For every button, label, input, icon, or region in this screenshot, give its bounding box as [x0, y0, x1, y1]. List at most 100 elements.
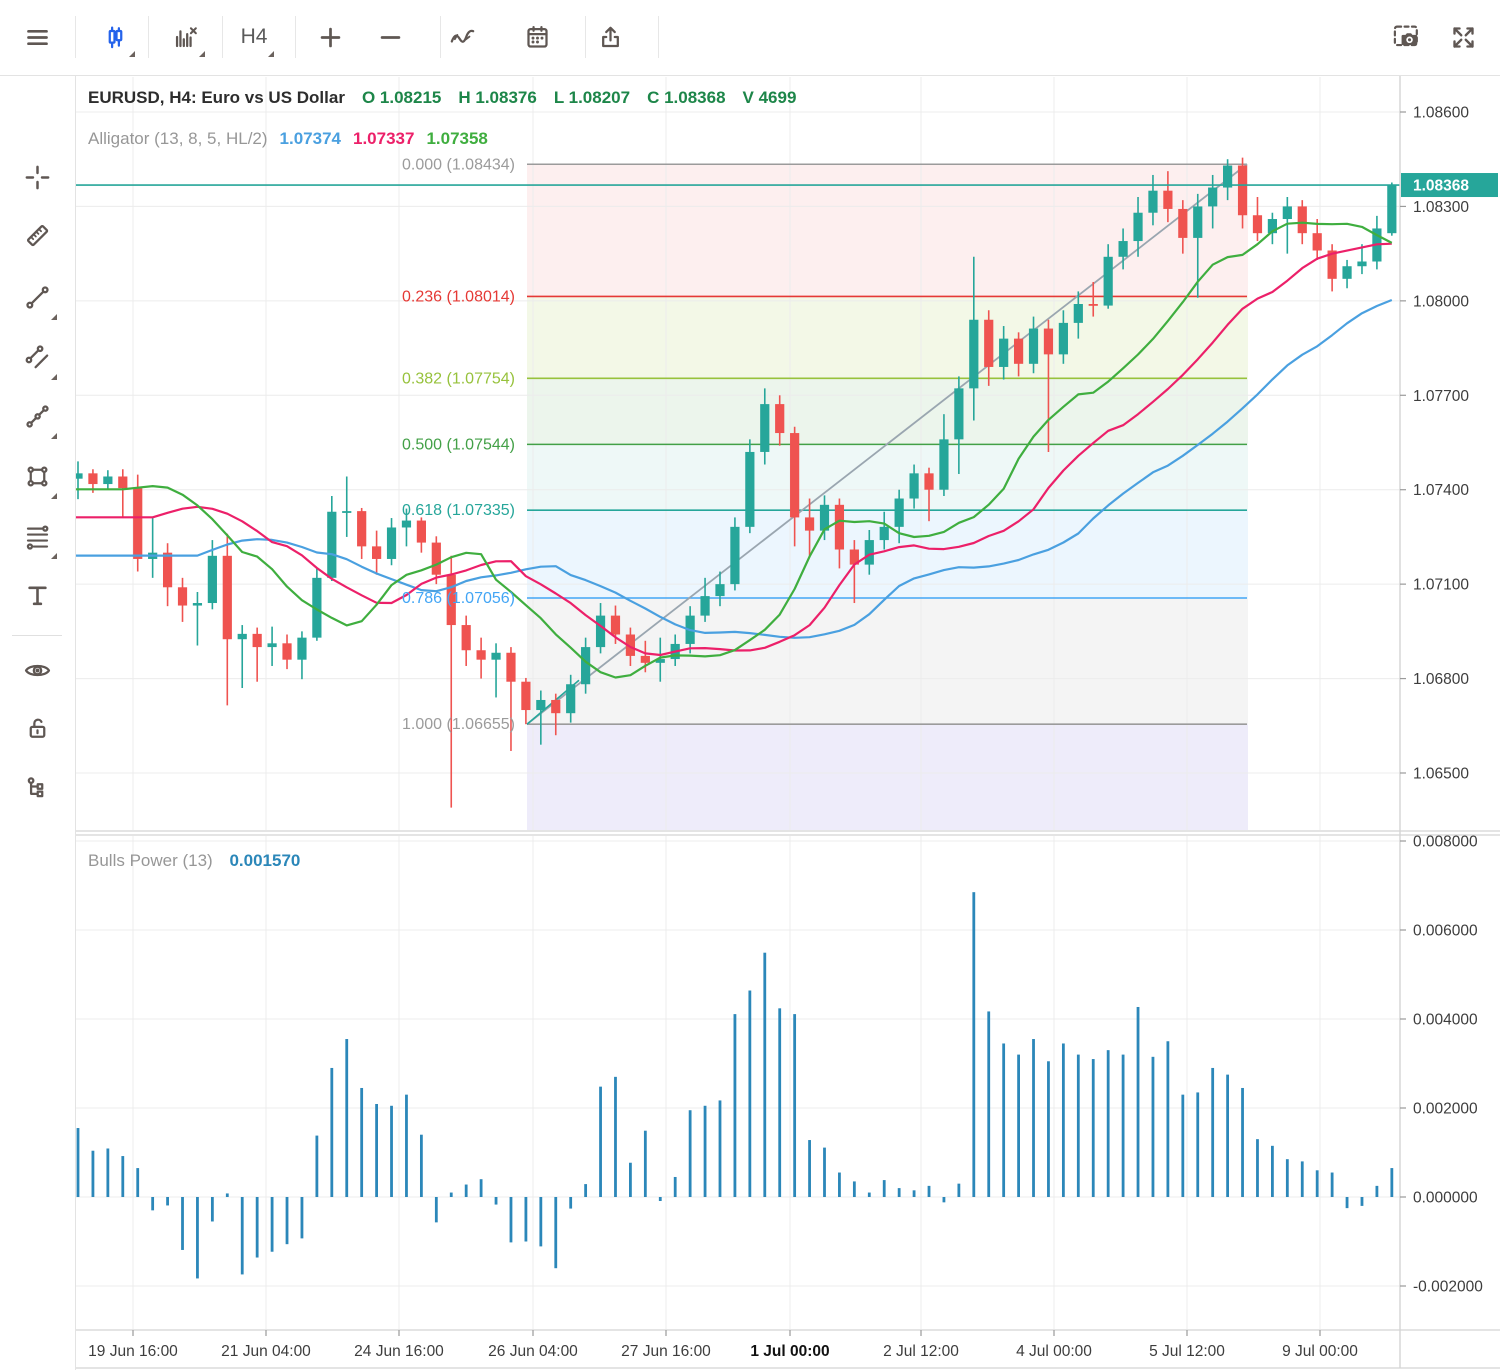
plus-icon	[317, 24, 344, 51]
chart-surface[interactable]: 1.086001.083001.080001.077001.074001.071…	[0, 0, 1500, 1370]
candle	[432, 543, 441, 575]
candle	[581, 647, 590, 684]
minus-icon	[377, 24, 404, 51]
shapes-tool[interactable]	[14, 456, 60, 502]
fibonacci-tool[interactable]	[14, 516, 60, 562]
candle	[417, 521, 426, 543]
histogram-bar	[136, 1168, 139, 1197]
dropdown-corner-icon	[129, 51, 135, 57]
ohlcv-item: H 1.08376	[458, 88, 536, 107]
object-list-tool[interactable]	[14, 768, 60, 814]
histogram-bar	[166, 1197, 169, 1205]
curve-icon	[449, 24, 476, 51]
tree-icon	[24, 775, 51, 807]
menu-icon	[24, 24, 51, 51]
bulls-power-legend[interactable]: Bulls Power (13) 0.001570	[88, 851, 300, 871]
candle	[954, 388, 963, 439]
candle	[551, 700, 560, 713]
histogram-bar	[345, 1039, 348, 1197]
candle	[357, 511, 366, 546]
time-axis[interactable]: 19 Jun 16:0021 Jun 04:0024 Jun 16:0026 J…	[88, 1330, 1358, 1360]
timeframe-button[interactable]: H4	[231, 14, 277, 60]
histogram-bar	[301, 1197, 304, 1238]
fib-level-label: 0.500 (1.07544)	[402, 436, 515, 453]
histogram-bar	[987, 1011, 990, 1197]
histogram-bar	[823, 1148, 826, 1197]
histogram-bar	[1166, 1041, 1169, 1197]
candle	[1059, 323, 1068, 354]
screenshot-button[interactable]	[1384, 14, 1430, 60]
polyline-tool[interactable]	[14, 396, 60, 442]
candle	[730, 527, 739, 584]
histogram-bar	[1196, 1092, 1199, 1197]
candle	[118, 476, 127, 488]
histogram-bar	[704, 1106, 707, 1197]
trading-terminal: 1.086001.083001.080001.077001.074001.071…	[0, 0, 1500, 1370]
visibility-tool[interactable]	[14, 650, 60, 696]
candle	[760, 404, 769, 452]
candle	[909, 473, 918, 498]
histogram-bar	[853, 1181, 856, 1197]
histogram-bar	[599, 1087, 602, 1197]
indicator-axis[interactable]: 0.0080000.0060000.0040000.0020000.000000…	[1400, 834, 1483, 1296]
indicator-axis-label: 0.008000	[1413, 834, 1478, 851]
fib-zone	[527, 724, 1248, 830]
histogram-bar	[913, 1190, 916, 1197]
fullscreen-button[interactable]	[1440, 14, 1486, 60]
candle	[745, 452, 754, 527]
fib-level-label: 0.618 (1.07335)	[402, 502, 515, 519]
zoom-out-button[interactable]	[367, 14, 413, 60]
time-axis-label: 1 Jul 00:00	[750, 1343, 829, 1360]
alligator-value: 1.07337	[353, 129, 414, 148]
candle	[238, 634, 247, 639]
crosshair-tool[interactable]	[14, 157, 60, 203]
candle	[208, 556, 217, 603]
chart-objects-button[interactable]	[162, 14, 208, 60]
candle	[387, 527, 396, 558]
fib-zone	[527, 296, 1248, 378]
ruler-icon	[24, 222, 51, 254]
toolbar-separator	[440, 16, 441, 58]
bulls-power-label: Bulls Power (13)	[88, 851, 213, 870]
export-button[interactable]	[587, 14, 633, 60]
histogram-bar	[77, 1128, 80, 1197]
eye-icon	[24, 657, 51, 689]
ruler-tool[interactable]	[14, 215, 60, 261]
fib-icon	[24, 523, 51, 555]
chart-type-candles-button[interactable]	[92, 14, 138, 60]
channel-tool[interactable]	[14, 337, 60, 383]
histogram-bar	[1107, 1050, 1110, 1197]
histogram-bar	[719, 1100, 722, 1197]
time-axis-label: 19 Jun 16:00	[88, 1343, 178, 1360]
price-axis[interactable]: 1.086001.083001.080001.077001.074001.071…	[1400, 105, 1498, 783]
time-axis-label: 2 Jul 12:00	[883, 1343, 959, 1360]
trendline-tool[interactable]	[14, 277, 60, 323]
lock-open-icon	[24, 715, 51, 747]
candle	[700, 596, 709, 616]
histogram-bar	[1017, 1055, 1020, 1197]
dropdown-corner-icon	[199, 51, 205, 57]
text-tool[interactable]	[14, 575, 60, 621]
indicators-button[interactable]	[439, 14, 485, 60]
histogram-bar	[808, 1140, 811, 1197]
drawing-toolbar	[0, 75, 76, 1370]
candle	[984, 320, 993, 367]
histogram-bar	[1002, 1043, 1005, 1197]
candle	[1342, 266, 1351, 279]
ohlcv-item: V 4699	[743, 88, 797, 107]
alligator-legend[interactable]: Alligator (13, 8, 5, HL/2)1.073741.07337…	[88, 129, 488, 149]
candle	[895, 499, 904, 527]
menu-button[interactable]	[14, 14, 60, 60]
dropdown-corner-icon	[51, 314, 57, 320]
alligator-value: 1.07374	[280, 129, 341, 148]
zoom-in-button[interactable]	[307, 14, 353, 60]
unlock-tool[interactable]	[14, 708, 60, 754]
candle	[88, 473, 97, 484]
histogram-bar	[390, 1106, 393, 1197]
histogram-bar	[734, 1014, 737, 1197]
candle	[1253, 215, 1262, 233]
histogram-bar	[510, 1197, 513, 1242]
calendar-button[interactable]	[514, 14, 560, 60]
candle	[1163, 191, 1172, 209]
fib-zone	[527, 444, 1248, 510]
